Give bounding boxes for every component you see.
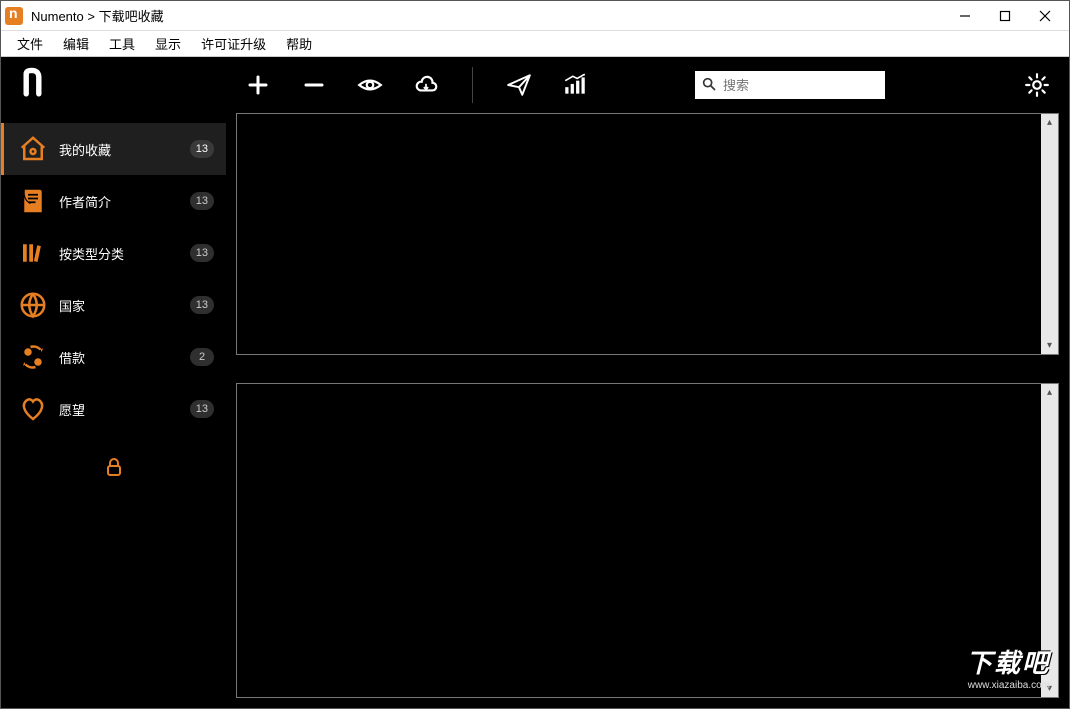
sidebar: 我的收藏 13 作者简介 13 按类型分类: [1, 57, 226, 708]
plus-icon: [246, 73, 270, 97]
cloud-button[interactable]: [412, 71, 440, 99]
stats-button[interactable]: [561, 71, 589, 99]
sidebar-item-label: 我的收藏: [53, 140, 190, 159]
gear-icon: [1024, 72, 1050, 98]
top-panel: ▴ ▾: [236, 113, 1059, 355]
menu-tools[interactable]: 工具: [99, 34, 145, 53]
eye-icon: [357, 72, 383, 98]
close-button[interactable]: [1025, 2, 1065, 30]
add-button[interactable]: [244, 71, 272, 99]
titlebar: Numento > 下载吧收藏: [1, 1, 1069, 31]
paper-plane-icon: [506, 72, 532, 98]
scrollbar-vertical[interactable]: ▴ ▾: [1041, 114, 1058, 354]
sidebar-item-count: 2: [190, 348, 214, 366]
bottom-panel: ▴ ▾ 下载吧 www.xiazaiba.com: [236, 383, 1059, 698]
brand-n-icon: [19, 65, 55, 101]
content-area: ▴ ▾ ▴ ▾ 下载吧 www.xiazaiba.com: [226, 113, 1069, 708]
sidebar-item-category[interactable]: 按类型分类 13: [1, 227, 226, 279]
preview-button[interactable]: [356, 71, 384, 99]
menu-file[interactable]: 文件: [7, 34, 53, 53]
scroll-track[interactable]: [1041, 131, 1058, 337]
search-icon: [701, 76, 717, 94]
menu-display[interactable]: 显示: [145, 34, 191, 53]
bar-chart-icon: [562, 72, 588, 98]
remove-button[interactable]: [300, 71, 328, 99]
sidebar-item-count: 13: [190, 192, 214, 210]
send-button[interactable]: [505, 71, 533, 99]
sidebar-item-country[interactable]: 国家 13: [1, 279, 226, 331]
sidebar-item-my-collection[interactable]: 我的收藏 13: [1, 123, 226, 175]
sidebar-item-label: 愿望: [53, 400, 190, 419]
scroll-down-arrow[interactable]: ▾: [1041, 337, 1058, 354]
app-logo-icon: [5, 7, 23, 25]
watermark-url: www.xiazaiba.com: [968, 680, 1050, 691]
sidebar-item-label: 国家: [53, 296, 190, 315]
books-icon: [13, 238, 53, 268]
sidebar-item-count: 13: [190, 296, 214, 314]
toolbar-divider: [472, 67, 473, 103]
toolbar: [226, 57, 1069, 113]
sidebar-item-loans[interactable]: 借款 2: [1, 331, 226, 383]
sidebar-item-label: 借款: [53, 348, 190, 367]
watermark-text: 下载吧: [966, 643, 1050, 680]
search-box[interactable]: [695, 71, 885, 99]
maximize-button[interactable]: [985, 2, 1025, 30]
minus-icon: [302, 73, 326, 97]
brand-logo: [1, 57, 226, 109]
home-icon: [13, 134, 53, 164]
menu-help[interactable]: 帮助: [276, 34, 322, 53]
window-title: Numento > 下载吧收藏: [31, 6, 164, 25]
scroll-up-arrow[interactable]: ▴: [1041, 114, 1058, 131]
sidebar-item-count: 13: [190, 244, 214, 262]
cloud-download-icon: [413, 72, 439, 98]
sidebar-item-author[interactable]: 作者简介 13: [1, 175, 226, 227]
globe-icon: [13, 290, 53, 320]
lock-icon: [102, 455, 126, 479]
settings-button[interactable]: [1023, 71, 1051, 99]
scroll-track[interactable]: [1041, 401, 1058, 680]
document-icon: [13, 186, 53, 216]
watermark: 下载吧 www.xiazaiba.com: [966, 643, 1050, 691]
menu-license-upgrade[interactable]: 许可证升级: [191, 34, 276, 53]
menubar: 文件 编辑 工具 显示 许可证升级 帮助: [1, 31, 1069, 57]
search-input[interactable]: [723, 78, 899, 93]
menu-edit[interactable]: 编辑: [53, 34, 99, 53]
lock-button[interactable]: [102, 455, 126, 484]
sidebar-item-wishlist[interactable]: 愿望 13: [1, 383, 226, 435]
sidebar-item-label: 按类型分类: [53, 244, 190, 263]
scroll-up-arrow[interactable]: ▴: [1041, 384, 1058, 401]
sidebar-item-count: 13: [190, 140, 214, 158]
sidebar-item-label: 作者简介: [53, 192, 190, 211]
minimize-button[interactable]: [945, 2, 985, 30]
heart-icon: [13, 394, 53, 424]
main-area: ▴ ▾ ▴ ▾ 下载吧 www.xiazaiba.com: [226, 57, 1069, 708]
sidebar-item-count: 13: [190, 400, 214, 418]
people-exchange-icon: [13, 342, 53, 372]
